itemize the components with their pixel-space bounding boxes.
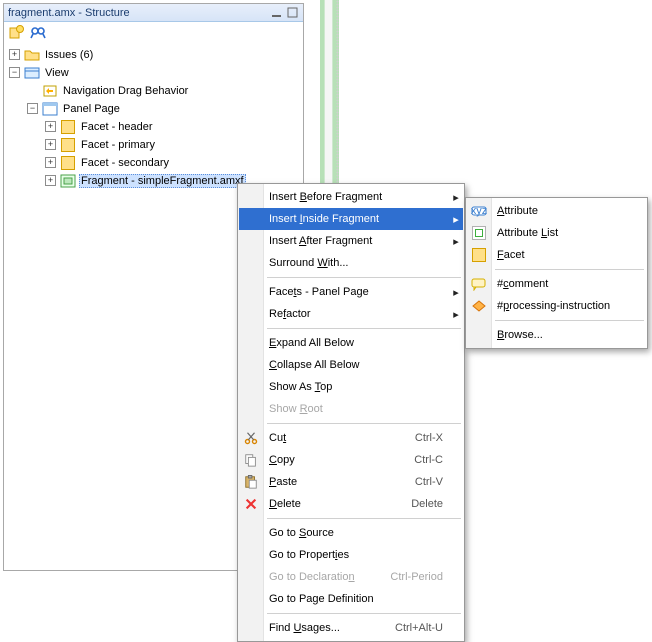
svg-text:xyz: xyz — [471, 205, 487, 217]
expander-icon[interactable]: − — [9, 67, 20, 78]
panel-titlebar: fragment.amx - Structure — [4, 4, 303, 22]
tree-node-nav-drag[interactable]: Navigation Drag Behavior — [6, 82, 301, 100]
structure-tree[interactable]: + Issues (6) − View Navigation Drag Beha… — [4, 44, 303, 192]
menu-insert-inside[interactable]: Insert Inside Fragment▸ — [239, 208, 463, 230]
menu-show-as-top[interactable]: Show As Top — [239, 376, 463, 398]
delete-icon — [239, 497, 263, 511]
submenu-arrow-icon: ▸ — [449, 235, 463, 248]
submenu-attribute-list[interactable]: Attribute List — [467, 222, 646, 244]
attribute-icon: xyz — [467, 204, 491, 218]
tree-label: Facet - secondary — [79, 156, 171, 170]
view-icon — [24, 65, 40, 81]
panel-toolbar — [4, 22, 303, 44]
tree-node-issues[interactable]: + Issues (6) — [6, 46, 301, 64]
facet-icon — [467, 248, 491, 262]
comment-icon — [467, 277, 491, 291]
expander-icon[interactable]: + — [45, 157, 56, 168]
submenu-attribute[interactable]: xyzAttribute — [467, 200, 646, 222]
minimize-icon[interactable] — [269, 6, 283, 20]
tree-node-facet-secondary[interactable]: + Facet - secondary — [6, 154, 301, 172]
find-icon[interactable] — [30, 25, 46, 41]
maximize-icon[interactable] — [285, 6, 299, 20]
submenu-comment[interactable]: #comment — [467, 273, 646, 295]
tree-node-facet-header[interactable]: + Facet - header — [6, 118, 301, 136]
cut-icon — [239, 431, 263, 445]
menu-show-root: Show Root — [239, 398, 463, 420]
menu-copy[interactable]: CopyCtrl-C — [239, 449, 463, 471]
menu-insert-after[interactable]: Insert After Fragment▸ — [239, 230, 463, 252]
menu-paste[interactable]: PasteCtrl-V — [239, 471, 463, 493]
tree-label: Facet - primary — [79, 138, 157, 152]
menu-separator — [495, 269, 644, 270]
menu-go-properties[interactable]: Go to Properties — [239, 544, 463, 566]
context-menu: Insert Before Fragment▸ Insert Inside Fr… — [237, 183, 465, 642]
context-submenu-insert-inside: xyzAttribute Attribute List Facet #comme… — [465, 197, 648, 349]
behavior-icon — [42, 83, 58, 99]
tree-node-view[interactable]: − View — [6, 64, 301, 82]
tree-label-selected: Fragment - simpleFragment.amxf — [79, 174, 246, 188]
tree-node-facet-primary[interactable]: + Facet - primary — [6, 136, 301, 154]
expander-icon[interactable]: − — [27, 103, 38, 114]
menu-expand-all[interactable]: Expand All Below — [239, 332, 463, 354]
expander-icon[interactable]: + — [45, 175, 56, 186]
menu-find-usages[interactable]: Find Usages...Ctrl+Alt-U — [239, 617, 463, 639]
menu-separator — [267, 518, 461, 519]
submenu-facet[interactable]: Facet — [467, 244, 646, 266]
tree-label: Issues (6) — [43, 48, 95, 62]
facet-icon — [60, 137, 76, 153]
fragment-icon — [60, 173, 76, 189]
submenu-arrow-icon: ▸ — [449, 213, 463, 226]
menu-collapse-all[interactable]: Collapse All Below — [239, 354, 463, 376]
copy-icon — [239, 453, 263, 467]
submenu-arrow-icon: ▸ — [449, 191, 463, 204]
menu-go-page-def[interactable]: Go to Page Definition — [239, 588, 463, 610]
menu-separator — [495, 320, 644, 321]
menu-facets[interactable]: Facets - Panel Page▸ — [239, 281, 463, 303]
menu-surround-with[interactable]: Surround With... — [239, 252, 463, 274]
processing-instruction-icon — [467, 299, 491, 313]
menu-separator — [267, 613, 461, 614]
menu-go-declaration: Go to DeclarationCtrl-Period — [239, 566, 463, 588]
facet-icon — [60, 155, 76, 171]
submenu-arrow-icon: ▸ — [449, 286, 463, 299]
facet-icon — [60, 119, 76, 135]
menu-separator — [267, 328, 461, 329]
attribute-list-icon — [467, 226, 491, 240]
menu-delete[interactable]: DeleteDelete — [239, 493, 463, 515]
tree-node-panel-page[interactable]: − Panel Page — [6, 100, 301, 118]
panel-page-icon — [42, 101, 58, 117]
expander-icon[interactable]: + — [9, 49, 20, 60]
submenu-arrow-icon: ▸ — [449, 308, 463, 321]
expander-icon[interactable]: + — [45, 139, 56, 150]
paste-icon — [239, 475, 263, 489]
menu-separator — [267, 423, 461, 424]
menu-separator — [267, 277, 461, 278]
folder-icon — [24, 47, 40, 63]
menu-refactor[interactable]: Refactor▸ — [239, 303, 463, 325]
menu-insert-before[interactable]: Insert Before Fragment▸ — [239, 186, 463, 208]
submenu-processing-instruction[interactable]: #processing-instruction — [467, 295, 646, 317]
menu-cut[interactable]: CutCtrl-X — [239, 427, 463, 449]
submenu-browse[interactable]: Browse... — [467, 324, 646, 346]
panel-title: fragment.amx - Structure — [8, 7, 267, 19]
menu-go-source[interactable]: Go to Source — [239, 522, 463, 544]
tree-label: Facet - header — [79, 120, 155, 134]
tree-label: View — [43, 66, 71, 80]
new-element-icon[interactable] — [8, 25, 24, 41]
tree-label: Panel Page — [61, 102, 122, 116]
tree-label: Navigation Drag Behavior — [61, 84, 190, 98]
expander-icon[interactable]: + — [45, 121, 56, 132]
